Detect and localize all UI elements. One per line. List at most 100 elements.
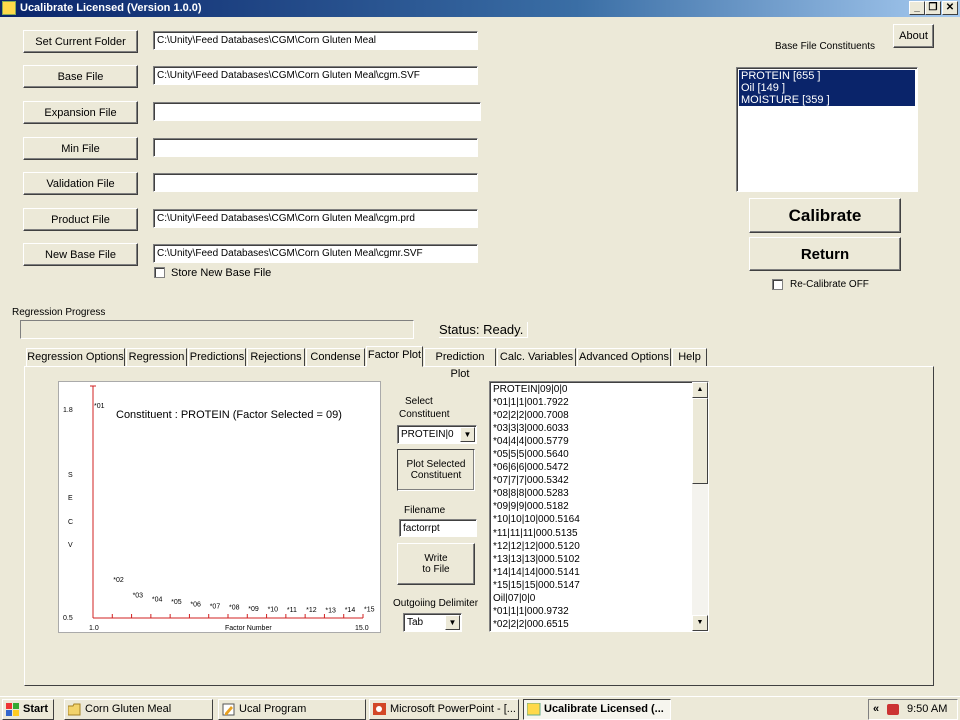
data-point-12: *12 [306,607,317,614]
write-to-file-button[interactable]: Write to File [397,543,475,585]
product-file-field[interactable]: C:\Unity\Feed Databases\CGM\Corn Gluten … [153,209,478,228]
windows-logo-icon [6,703,19,716]
constituent-select[interactable]: PROTEIN|0 ▼ [397,425,477,444]
tab-help[interactable]: Help [672,348,707,367]
factor-plot-svg: Constituent : PROTEIN (Factor Selected =… [63,385,375,632]
taskbar-item-label: Corn Gluten Meal [85,703,172,715]
base-file-field[interactable]: C:\Unity\Feed Databases\CGM\Corn Gluten … [153,66,478,85]
min-file-button[interactable]: Min File [23,137,138,160]
list-item[interactable]: PROTEIN|09|0|0 [493,383,689,396]
list-scrollbar[interactable]: ▲ ▼ [692,382,708,631]
chevron-down-icon[interactable]: ▼ [445,615,460,630]
return-button[interactable]: Return [749,237,901,271]
chart-title: Constituent : PROTEIN (Factor Selected =… [116,409,342,421]
taskbar-item-label: Microsoft PowerPoint - [... [390,703,516,715]
min-file-field[interactable] [153,138,478,157]
tab-factor-plot[interactable]: Factor Plot [366,346,423,367]
regression-progress-label: Regression Progress [12,307,106,318]
close-button[interactable]: ✕ [942,1,958,15]
tab-regression-options[interactable]: Regression Options [26,348,125,367]
filename-field[interactable]: factorrpt [399,519,477,537]
base-file-button[interactable]: Base File [23,65,138,88]
list-item[interactable]: *04|4|4|000.5779 [493,435,689,448]
product-file-button[interactable]: Product File [23,208,138,231]
list-item[interactable]: *02|2|2|000.6515 [493,618,689,631]
app-icon [527,703,541,716]
title-bar[interactable]: Ucalibrate Licensed (Version 1.0.0) _ ❐ … [0,0,960,17]
list-item[interactable]: Oil|07|0|0 [493,592,689,605]
expansion-file-field[interactable] [153,102,481,121]
constituent-label: Constituent [399,409,450,420]
write-button-line1: Write [424,553,448,564]
tab-prediction-plot[interactable]: Prediction Plot [424,348,496,380]
scroll-up-icon[interactable]: ▲ [692,382,708,398]
list-item[interactable]: *01|1|1|000.9732 [493,605,689,618]
tab-predictions[interactable]: Predictions [188,348,246,367]
taskbar-item-label: Ucalibrate Licensed (... [544,703,664,715]
list-item[interactable]: *11|11|11|000.5135 [493,527,689,540]
restore-button[interactable]: ❐ [925,1,941,15]
clock: 9:50 AM [907,703,948,715]
plot-button-line2: Constituent [410,470,462,481]
new-base-file-button[interactable]: New Base File [23,243,138,266]
store-new-base-file-checkbox[interactable] [154,267,165,278]
scroll-down-icon[interactable]: ▼ [692,615,708,631]
calibrate-button[interactable]: Calibrate [749,198,901,233]
list-item[interactable]: *12|12|12|000.5120 [493,540,689,553]
recalibrate-checkbox[interactable] [772,279,783,290]
set-current-folder-button[interactable]: Set Current Folder [23,30,138,53]
list-item[interactable]: *08|8|8|000.5283 [493,487,689,500]
constituent-item[interactable]: Oil [149 ] [739,82,915,94]
list-item[interactable]: *13|13|13|000.5102 [493,553,689,566]
pencil-icon [222,703,235,716]
list-item[interactable]: *07|7|7|000.5342 [493,474,689,487]
taskbar-item-ucal-program[interactable]: Ucal Program [218,699,366,720]
taskbar-item-ucalibrate[interactable]: Ucalibrate Licensed (... [523,699,671,720]
status-text: Status: Ready. [439,322,529,338]
list-item[interactable]: *05|5|5|000.5640 [493,448,689,461]
validation-file-button[interactable]: Validation File [23,172,138,195]
constituent-item[interactable]: PROTEIN [655 ] [739,70,915,82]
validation-file-field[interactable] [153,173,478,192]
chevron-down-icon[interactable]: ▼ [460,427,475,442]
delimiter-select[interactable]: Tab ▼ [403,613,462,632]
expansion-file-button[interactable]: Expansion File [23,101,138,124]
list-item[interactable]: *03|3|3|000.6033 [493,422,689,435]
app-window: Ucalibrate Licensed (Version 1.0.0) _ ❐ … [0,0,960,692]
start-button[interactable]: Start [2,699,54,720]
folder-icon [68,703,81,716]
data-point-02: *02 [113,577,124,584]
list-item[interactable]: *14|14|14|000.5141 [493,566,689,579]
factor-results-list[interactable]: PROTEIN|09|0|0 *01|1|1|001.7922 *02|2|2|00… [489,381,709,632]
delimiter-select-value: Tab [407,617,424,628]
taskbar-item-powerpoint[interactable]: Microsoft PowerPoint - [... [369,699,519,720]
list-item[interactable]: *06|6|6|000.5472 [493,461,689,474]
data-point-01: *01 [94,403,105,410]
list-item[interactable]: *01|1|1|001.7922 [493,396,689,409]
tray-expand-icon[interactable]: « [873,700,879,719]
list-item[interactable]: *09|9|9|000.5182 [493,500,689,513]
list-item[interactable]: *02|2|2|000.7008 [493,409,689,422]
constituent-item[interactable]: MOISTURE [359 ] [739,94,915,106]
data-point-07: *07 [210,604,221,611]
tab-advanced-options[interactable]: Advanced Options [577,348,671,367]
current-folder-field[interactable]: C:\Unity\Feed Databases\CGM\Corn Gluten … [153,31,478,50]
regression-progress-bar [20,320,414,339]
data-point-05: *05 [171,599,182,606]
tab-condense[interactable]: Condense [306,348,365,367]
list-item[interactable]: *10|10|10|000.5164 [493,513,689,526]
plot-selected-constituent-button[interactable]: Plot Selected Constituent [397,449,475,491]
new-base-file-field[interactable]: C:\Unity\Feed Databases\CGM\Corn Gluten … [153,244,478,263]
y-axis-label-letter: S [68,472,73,479]
taskbar-item-corn-gluten-meal[interactable]: Corn Gluten Meal [64,699,213,720]
constituents-list[interactable]: PROTEIN [655 ] Oil [149 ] MOISTURE [359 … [736,67,918,192]
scroll-thumb[interactable] [692,398,708,484]
x-axis-label: Factor Number [225,625,272,632]
minimize-button[interactable]: _ [909,1,925,15]
tab-regression[interactable]: Regression [126,348,187,367]
tray-app-icon[interactable] [887,704,899,715]
tab-calc-variables[interactable]: Calc. Variables [497,348,576,367]
list-item[interactable]: *15|15|15|000.5147 [493,579,689,592]
about-button[interactable]: About [893,24,934,48]
tab-rejections[interactable]: Rejections [247,348,305,367]
